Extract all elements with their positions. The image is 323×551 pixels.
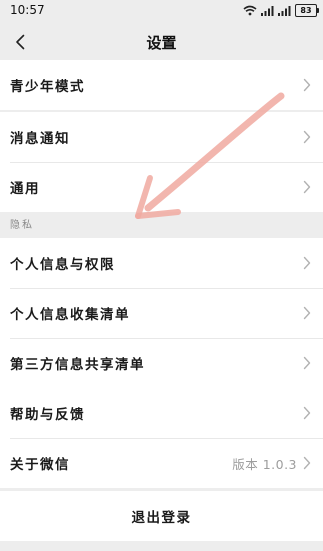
setting-label: 青少年模式 [10,79,85,95]
setting-row-personal-info-collection[interactable]: 个人信息收集清单 [0,288,323,338]
setting-row-personal-info-permissions[interactable]: 个人信息与权限 [0,238,323,288]
signal-icon [261,5,274,16]
setting-label: 个人信息与权限 [10,257,115,273]
chevron-right-icon [303,256,311,270]
settings-group-privacy: 个人信息与权限 个人信息收集清单 第三方信息共享清单 [0,238,323,388]
chevron-right-icon [303,456,311,470]
chevron-right-icon [303,356,311,370]
section-label-privacy: 隐私 [10,220,34,231]
chevron-right-icon [303,406,311,420]
setting-row-notifications[interactable]: 消息通知 [0,112,323,162]
setting-row-teen-mode[interactable]: 青少年模式 [0,60,323,110]
about-right: 版本 1.0.3 [232,454,311,473]
page-title: 设置 [146,33,177,52]
chevron-right-icon [303,130,311,144]
back-button[interactable] [6,28,34,56]
battery-icon: 83 [295,3,319,17]
version-text: 版本 1.0.3 [232,456,297,472]
status-bar: 10:57 83 [0,0,323,20]
logout-label: 退出登录 [131,510,192,526]
setting-label: 关于微信 [10,457,70,473]
chevron-right-icon [303,306,311,320]
nav-bar: 设置 [0,20,323,64]
logout-button[interactable]: 退出登录 [0,491,323,541]
setting-row-help-feedback[interactable]: 帮助与反馈 [0,388,323,438]
setting-row-third-party-sharing[interactable]: 第三方信息共享清单 [0,338,323,388]
setting-label: 消息通知 [10,131,70,147]
setting-label: 第三方信息共享清单 [10,357,145,373]
settings-group-4: 帮助与反馈 关于微信 版本 1.0.3 [0,388,323,488]
signal-icon [278,5,291,16]
status-time: 10:57 [10,3,45,17]
setting-row-general[interactable]: 通用 [0,162,323,212]
status-icons: 83 [243,3,319,17]
chevron-right-icon [303,78,311,92]
settings-group-2: 消息通知 通用 [0,112,323,212]
chevron-left-icon [16,34,25,50]
chevron-right-icon [303,180,311,194]
settings-group-1: 青少年模式 [0,60,323,110]
setting-label: 帮助与反馈 [10,407,85,423]
setting-row-about[interactable]: 关于微信 版本 1.0.3 [0,438,323,488]
setting-label: 个人信息收集清单 [10,307,130,323]
setting-label: 通用 [10,181,40,197]
wifi-icon [243,5,257,15]
